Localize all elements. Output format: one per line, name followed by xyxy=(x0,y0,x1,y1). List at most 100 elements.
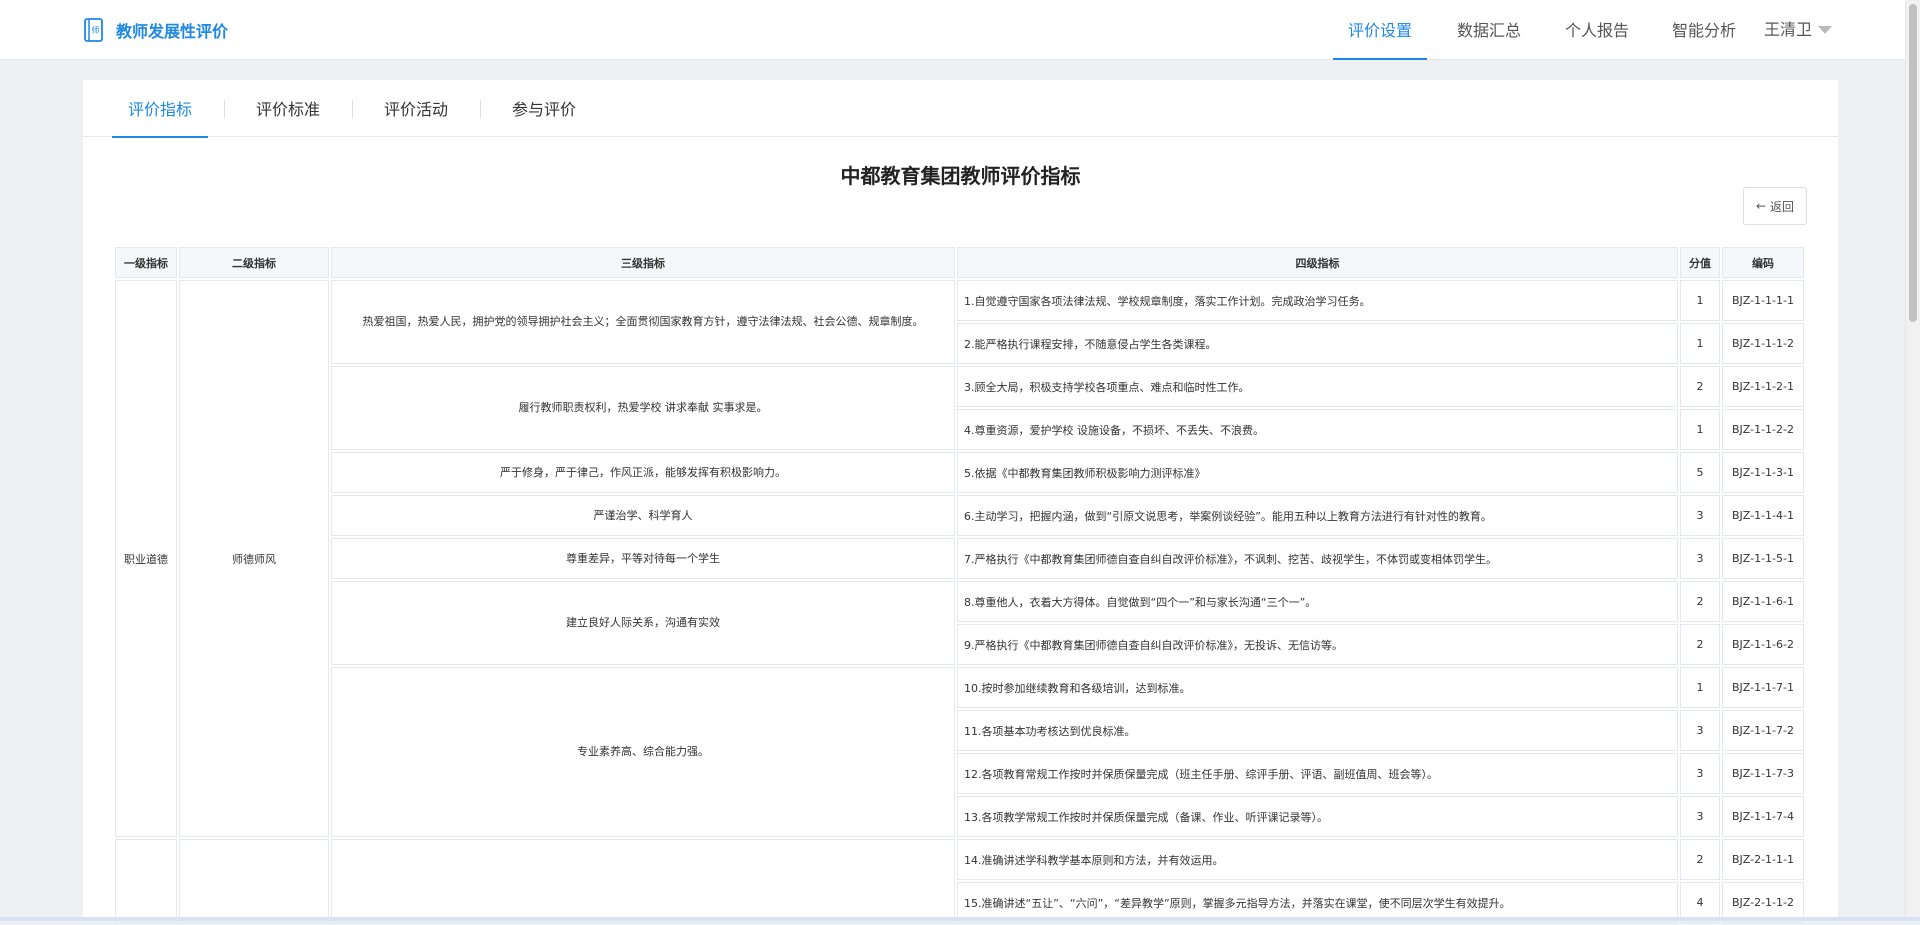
nav-item-label: 智能分析 xyxy=(1671,21,1736,40)
tab-label: 评价标准 xyxy=(255,100,320,119)
level3-cell: 建立良好人际关系，沟通有实效 xyxy=(331,581,955,665)
chevron-down-icon xyxy=(1818,26,1833,34)
code-cell: BJZ-1-1-4-1 xyxy=(1722,495,1804,536)
user-name: 王清卫 xyxy=(1764,20,1813,39)
level3-cell: 严于修身，严于律己，作风正派，能够发挥有积极影响力。 xyxy=(331,452,955,493)
bottom-strip xyxy=(0,917,1920,921)
level3-cell: 尊重差异，平等对待每一个学生 xyxy=(331,538,955,579)
tab-label: 评价活动 xyxy=(383,100,448,119)
tab-eval-indicators[interactable]: 评价指标 xyxy=(112,80,208,138)
user-menu[interactable]: 王清卫 xyxy=(1764,0,1833,60)
score-cell: 1 xyxy=(1680,323,1720,364)
page-title: 中都教育集团教师评价指标 xyxy=(840,164,1081,188)
tab-active-indicator xyxy=(112,136,208,138)
level4-cell: 13.各项教学常规工作按时并保质保量完成（备课、作业、听评课记录等）。 xyxy=(957,796,1678,837)
back-button-label: 返回 xyxy=(1770,199,1795,214)
score-cell: 3 xyxy=(1680,796,1720,837)
nav-item-smart-analysis[interactable]: 智能分析 xyxy=(1657,0,1751,60)
page-scrollbar[interactable] xyxy=(1905,0,1920,921)
level4-cell: 4.尊重资源，爱护学校 设施设备，不损坏、不丢失、不浪费。 xyxy=(957,409,1678,450)
code-cell: BJZ-1-1-6-1 xyxy=(1722,581,1804,622)
code-cell: BJZ-1-1-7-1 xyxy=(1722,667,1804,708)
score-cell: 5 xyxy=(1680,452,1720,493)
level4-cell: 9.严格执行《中都教育集团师德自查自纠自改评价标准》，无投诉、无信访等。 xyxy=(957,624,1678,665)
column-header: 编码 xyxy=(1722,247,1804,278)
level4-cell: 14.准确讲述学科教学基本原则和方法，并有效运用。 xyxy=(957,839,1678,880)
level4-cell: 8.尊重他人，衣着大方得体。自觉做到“四个一”和与家长沟通“三个一”。 xyxy=(957,581,1678,622)
table-row: 严于修身，严于律己，作风正派，能够发挥有积极影响力。 5.依据《中都教育集团教师… xyxy=(115,452,1804,493)
score-cell: 2 xyxy=(1680,366,1720,407)
column-header: 三级指标 xyxy=(331,247,955,278)
column-header: 一级指标 xyxy=(115,247,177,278)
scrollbar-thumb[interactable] xyxy=(1909,4,1917,322)
level4-cell: 6.主动学习，把握内涵，做到“引原文说思考，举案例谈经验”。能用五种以上教育方法… xyxy=(957,495,1678,536)
nav-active-indicator xyxy=(1333,58,1427,60)
column-header: 四级指标 xyxy=(957,247,1678,278)
table-row: 专业素养高、综合能力强。 10.按时参加继续教育和各级培训，达到标准。 1 BJ… xyxy=(115,667,1804,837)
level4-cell: 10.按时参加继续教育和各级培训，达到标准。 xyxy=(957,667,1678,708)
level4-cell: 7.严格执行《中都教育集团师德自查自纠自改评价标准》，不讽刺、挖苦、歧视学生，不… xyxy=(957,538,1678,579)
tab-join-evaluation[interactable]: 参与评价 xyxy=(496,80,592,137)
level4-cell: 11.各项基本功考核达到优良标准。 xyxy=(957,710,1678,751)
tab-label: 参与评价 xyxy=(511,100,576,119)
score-cell: 1 xyxy=(1680,280,1720,321)
tab-label: 评价指标 xyxy=(127,100,192,119)
book-icon: 师 xyxy=(84,18,103,42)
score-cell: 3 xyxy=(1680,538,1720,579)
level4-cell: 1.自觉遵守国家各项法律法规、学校规章制度，落实工作计划。完成政治学习任务。 xyxy=(957,280,1678,321)
column-header: 分值 xyxy=(1680,247,1720,278)
code-cell: BJZ-1-1-7-4 xyxy=(1722,796,1804,837)
code-cell: BJZ-1-1-2-2 xyxy=(1722,409,1804,450)
tab-divider xyxy=(224,100,225,118)
table-row: 职业道德 师德师风 热爱祖国，热爱人民，拥护党的领导拥护社会主义；全面贯彻国家教… xyxy=(115,280,1804,837)
code-cell: BJZ-1-1-7-3 xyxy=(1722,753,1804,794)
level2-cell: 师德师风 xyxy=(179,280,329,837)
table-row: 建立良好人际关系，沟通有实效 8.尊重他人，衣着大方得体。自觉做到“四个一”和与… xyxy=(115,581,1804,665)
level4-cell: 2.能严格执行课程安排，不随意侵占学生各类课程。 xyxy=(957,323,1678,364)
score-cell: 3 xyxy=(1680,753,1720,794)
main-panel: 评价指标 评价标准 评价活动 参与评价 中都教育集团教师评价指标 ← 返回 一级… xyxy=(83,80,1838,923)
brand[interactable]: 师 教师发展性评价 xyxy=(84,17,228,43)
score-cell: 3 xyxy=(1680,710,1720,751)
score-cell: 2 xyxy=(1680,624,1720,665)
back-button[interactable]: ← 返回 xyxy=(1743,187,1807,225)
level3-cell: 履行教师职责权利，热爱学校 讲求奉献 实事求是。 xyxy=(331,366,955,450)
level4-cell: 5.依据《中都教育集团教师积极影响力测评标准》 xyxy=(957,452,1678,493)
table-header-row: 一级指标 二级指标 三级指标 四级指标 分值 编码 xyxy=(115,247,1804,278)
nav-item-personal-report[interactable]: 个人报告 xyxy=(1550,0,1644,60)
nav-item-label: 个人报告 xyxy=(1564,21,1629,40)
level4-cell: 3.顾全大局，积极支持学校各项重点、难点和临时性工作。 xyxy=(957,366,1678,407)
tab-eval-activities[interactable]: 评价活动 xyxy=(368,80,464,137)
level1-cell xyxy=(115,839,177,923)
code-cell: BJZ-1-1-2-1 xyxy=(1722,366,1804,407)
nav-item-eval-settings[interactable]: 评价设置 xyxy=(1333,0,1427,60)
score-cell: 2 xyxy=(1680,839,1720,880)
code-cell: BJZ-1-1-1-2 xyxy=(1722,323,1804,364)
level4-cell: 12.各项教育常规工作按时并保质保量完成（班主任手册、综评手册、评语、副班值周、… xyxy=(957,753,1678,794)
tab-divider xyxy=(352,100,353,118)
table-row: 14.准确讲述学科教学基本原则和方法，并有效运用。 2 BJZ-2-1-1-1 xyxy=(115,839,1804,923)
nav-item-data-summary[interactable]: 数据汇总 xyxy=(1442,0,1536,60)
table-row: 履行教师职责权利，热爱学校 讲求奉献 实事求是。 3.顾全大局，积极支持学校各项… xyxy=(115,366,1804,450)
arrow-left-icon: ← xyxy=(1755,199,1767,213)
level3-cell: 热爱祖国，热爱人民，拥护党的领导拥护社会主义；全面贯彻国家教育方针，遵守法律法规… xyxy=(331,280,955,364)
column-header: 二级指标 xyxy=(179,247,329,278)
app-title: 教师发展性评价 xyxy=(116,22,229,41)
top-header: 师 教师发展性评价 评价设置 数据汇总 个人报告 智能分析 王清卫 xyxy=(0,0,1905,60)
level3-cell: 严谨治学、科学育人 xyxy=(331,495,955,536)
nav-item-label: 数据汇总 xyxy=(1456,21,1521,40)
level2-cell xyxy=(179,839,329,923)
table-row: 严谨治学、科学育人 6.主动学习，把握内涵，做到“引原文说思考，举案例谈经验”。… xyxy=(115,495,1804,536)
tab-bar: 评价指标 评价标准 评价活动 参与评价 xyxy=(83,80,1838,138)
table-row: 尊重差异，平等对待每一个学生 7.严格执行《中都教育集团师德自查自纠自改评价标准… xyxy=(115,538,1804,579)
tab-eval-standards[interactable]: 评价标准 xyxy=(240,80,336,137)
code-cell: BJZ-2-1-1-1 xyxy=(1722,839,1804,880)
tab-divider xyxy=(480,100,481,118)
score-cell: 1 xyxy=(1680,667,1720,708)
code-cell: BJZ-1-1-7-2 xyxy=(1722,710,1804,751)
svg-text:师: 师 xyxy=(92,25,100,35)
level3-cell xyxy=(331,839,955,923)
score-cell: 2 xyxy=(1680,581,1720,622)
code-cell: BJZ-1-1-5-1 xyxy=(1722,538,1804,579)
level1-cell: 职业道德 xyxy=(115,280,177,837)
